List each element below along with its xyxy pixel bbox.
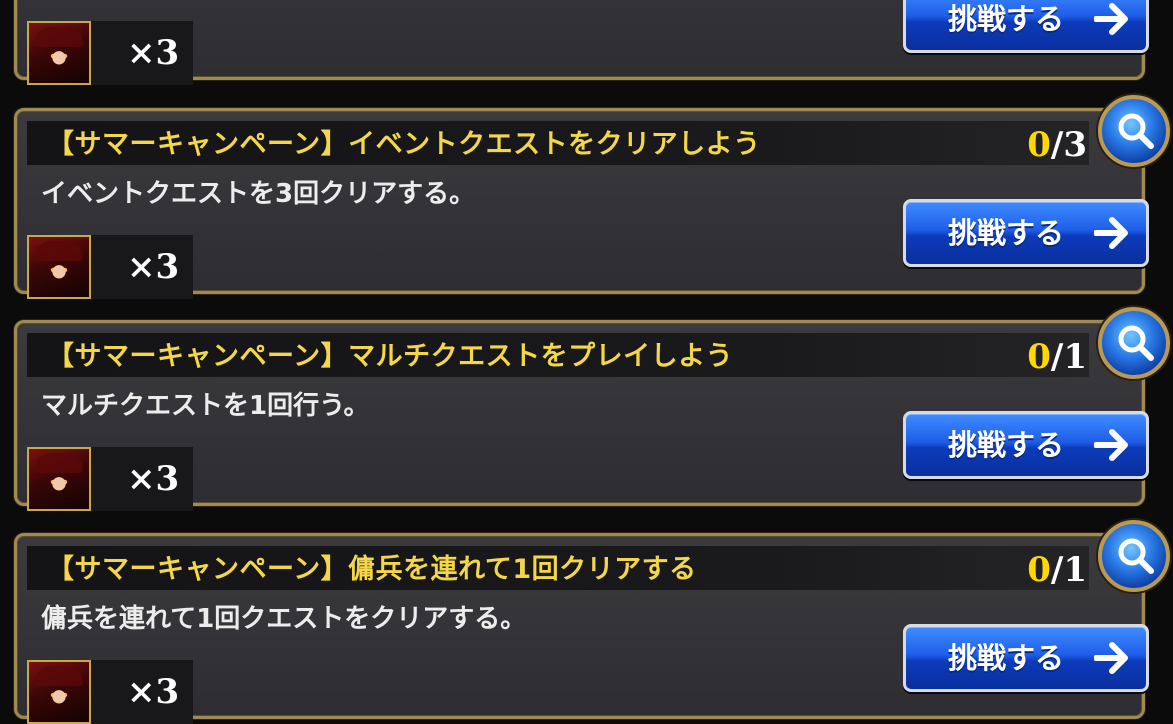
mission-progress: 0/1	[1027, 548, 1087, 592]
challenge-button-label: 挑戦する	[948, 216, 1065, 250]
reward-item: ×3	[27, 21, 193, 85]
mission-title: 【サマーキャンペーン】イベントクエストをクリアしよう	[47, 129, 761, 160]
reward-portrait-icon	[27, 235, 91, 299]
mission-title: 【サマーキャンペーン】傭兵を連れて1回クリアする	[47, 554, 697, 585]
arrow-right-icon	[1094, 429, 1128, 461]
challenge-button[interactable]: 挑戦する	[903, 624, 1149, 692]
reward-count: ×3	[127, 247, 180, 287]
mission-card: ×3 挑戦する	[14, 0, 1149, 85]
progress-current: 0	[1027, 550, 1051, 590]
progress-total: /3	[1050, 125, 1087, 165]
detail-search-button[interactable]	[1098, 95, 1170, 167]
progress-current: 0	[1027, 125, 1051, 165]
reward-item: ×3	[27, 235, 193, 299]
arrow-right-icon	[1094, 217, 1128, 249]
arrow-right-icon	[1094, 642, 1128, 674]
mission-description: 傭兵を連れて1回クエストをクリアする。	[41, 604, 527, 634]
reward-count: ×3	[127, 672, 180, 712]
mission-progress: 0/3	[1027, 123, 1087, 167]
detail-search-button[interactable]	[1098, 520, 1170, 592]
challenge-button-label: 挑戦する	[948, 428, 1065, 462]
mission-description: マルチクエストを1回行う。	[41, 391, 370, 421]
progress-total: /1	[1050, 337, 1087, 377]
detail-search-button[interactable]	[1098, 307, 1170, 379]
reward-portrait-icon	[27, 447, 91, 511]
progress-current: 0	[1027, 337, 1051, 377]
challenge-button[interactable]: 挑戦する	[903, 411, 1149, 479]
magnifier-icon	[1118, 113, 1154, 149]
mission-title-bar: 【サマーキャンペーン】傭兵を連れて1回クリアする 0/1	[27, 546, 1089, 590]
reward-portrait-icon	[27, 21, 91, 85]
challenge-button-label: 挑戦する	[948, 641, 1065, 675]
reward-count: ×3	[127, 33, 180, 73]
mission-title-bar: 【サマーキャンペーン】マルチクエストをプレイしよう 0/1	[27, 333, 1089, 377]
mission-card: 【サマーキャンペーン】イベントクエストをクリアしよう 0/3 イベントクエストを…	[14, 95, 1170, 299]
magnifier-icon	[1118, 538, 1154, 574]
mission-title-bar: 【サマーキャンペーン】イベントクエストをクリアしよう 0/3	[27, 121, 1089, 165]
mission-description: イベントクエストを3回クリアする。	[41, 179, 476, 209]
reward-item: ×3	[27, 660, 193, 724]
challenge-button-label: 挑戦する	[948, 2, 1065, 36]
arrow-right-icon	[1094, 3, 1128, 35]
reward-item: ×3	[27, 447, 193, 511]
reward-portrait-icon	[27, 660, 91, 724]
challenge-button[interactable]: 挑戦する	[903, 199, 1149, 267]
reward-count: ×3	[127, 459, 180, 499]
mission-title: 【サマーキャンペーン】マルチクエストをプレイしよう	[47, 341, 734, 372]
progress-total: /1	[1050, 550, 1087, 590]
mission-card: 【サマーキャンペーン】傭兵を連れて1回クリアする 0/1 傭兵を連れて1回クエス…	[14, 520, 1170, 724]
mission-progress: 0/1	[1027, 335, 1087, 379]
challenge-button[interactable]: 挑戦する	[903, 0, 1149, 53]
mission-card: 【サマーキャンペーン】マルチクエストをプレイしよう 0/1 マルチクエストを1回…	[14, 307, 1170, 511]
magnifier-icon	[1118, 325, 1154, 361]
